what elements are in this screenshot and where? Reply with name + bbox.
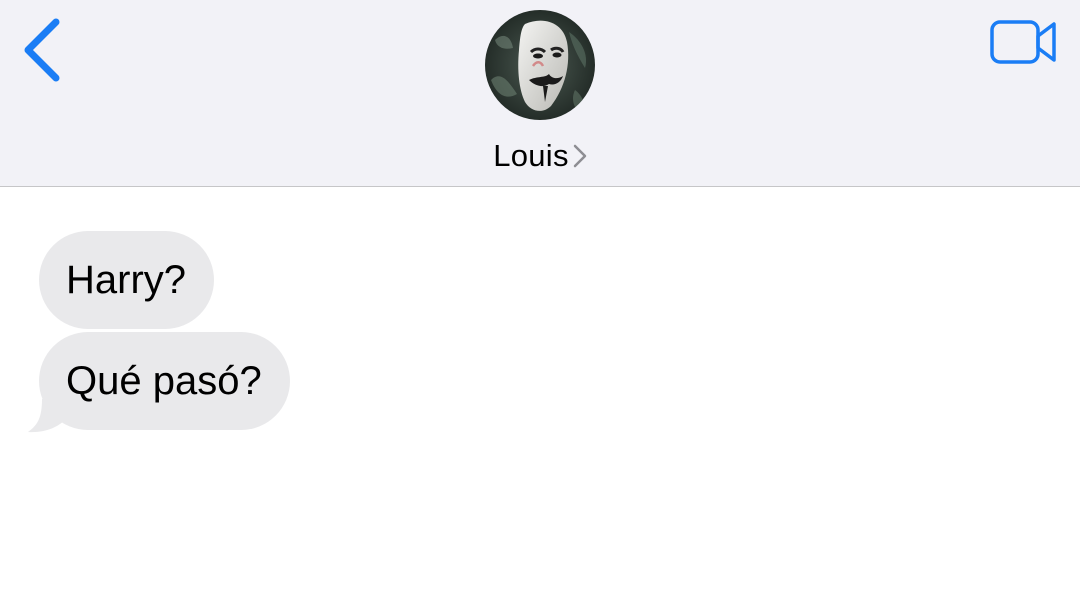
contact-name: Louis [493, 138, 569, 173]
conversation-header: Louis [0, 0, 1080, 187]
chevron-left-icon [24, 18, 60, 82]
contact-info-button[interactable]: Louis [440, 8, 640, 180]
contact-photo [485, 10, 595, 120]
chevron-right-icon [573, 144, 587, 168]
incoming-message-bubble[interactable]: Qué pasó? [39, 332, 290, 430]
incoming-message-bubble[interactable]: Harry? [39, 231, 215, 329]
contact-name-row[interactable]: Louis [440, 136, 640, 176]
back-button[interactable] [18, 16, 68, 86]
video-call-button[interactable] [988, 18, 1060, 66]
messages-screen: Louis Harry? Qué pasó? [0, 0, 1080, 598]
message-list: Harry? Qué pasó? [0, 187, 1080, 598]
video-camera-icon [990, 20, 1056, 64]
avatar[interactable] [485, 10, 595, 120]
